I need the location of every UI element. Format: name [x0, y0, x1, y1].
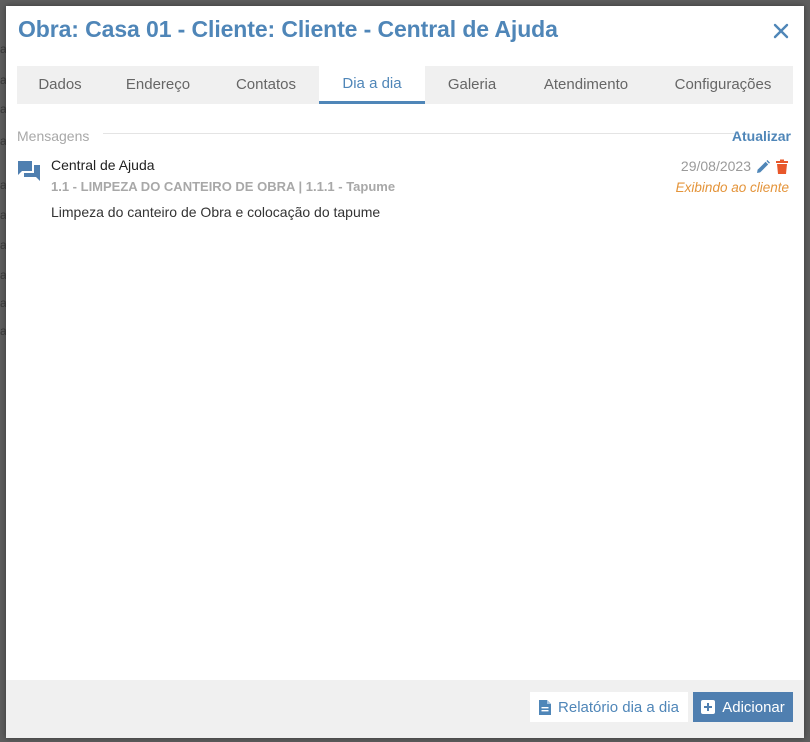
message-reference: 1.1 - LIMPEZA DO CANTEIRO DE OBRA | 1.1.… — [51, 179, 396, 194]
section-divider — [103, 133, 735, 134]
close-button[interactable] — [770, 20, 792, 42]
tab-bar: Dados Endereço Contatos Dia a dia Galeri… — [17, 66, 793, 104]
edit-message-button[interactable] — [755, 159, 771, 175]
tab-dia-a-dia[interactable]: Dia a dia — [319, 66, 425, 104]
chat-bubbles-icon — [18, 161, 40, 181]
visibility-status: Exibindo ao cliente — [675, 180, 789, 195]
delete-message-button[interactable] — [775, 159, 789, 175]
tab-atendimento[interactable]: Atendimento — [519, 66, 653, 104]
add-label: Adicionar — [722, 698, 785, 716]
modal-title: Obra: Casa 01 - Cliente: Cliente - Centr… — [18, 16, 558, 42]
modal-footer: Relatório dia a dia Adicionar — [6, 680, 804, 738]
message-author: Central de Ajuda — [51, 157, 155, 173]
message-body: Limpeza do canteiro de Obra e colocação … — [51, 204, 381, 220]
plus-square-icon — [701, 700, 716, 714]
work-detail-modal: Obra: Casa 01 - Cliente: Cliente - Centr… — [6, 6, 804, 738]
document-icon — [539, 699, 552, 715]
close-icon — [773, 23, 789, 39]
add-button[interactable]: Adicionar — [693, 692, 793, 722]
messages-section-label: Mensagens — [17, 128, 90, 144]
messages-section-header: Mensagens Atualizar — [17, 126, 791, 146]
trash-icon — [776, 159, 788, 174]
tab-endereco[interactable]: Endereço — [103, 66, 213, 104]
daily-report-button[interactable]: Relatório dia a dia — [530, 692, 688, 722]
message-date: 29/08/2023 — [680, 158, 751, 174]
pencil-icon — [757, 160, 770, 173]
modal-header: Obra: Casa 01 - Cliente: Cliente - Centr… — [6, 6, 804, 60]
refresh-link[interactable]: Atualizar — [732, 128, 791, 144]
message-item: Central de Ajuda 1.1 - LIMPEZA DO CANTEI… — [17, 156, 791, 226]
tab-contatos[interactable]: Contatos — [213, 66, 319, 104]
tab-dados[interactable]: Dados — [17, 66, 103, 104]
tab-configuracoes[interactable]: Configurações — [653, 66, 793, 104]
daily-report-label: Relatório dia a dia — [558, 698, 679, 716]
tab-galeria[interactable]: Galeria — [425, 66, 519, 104]
